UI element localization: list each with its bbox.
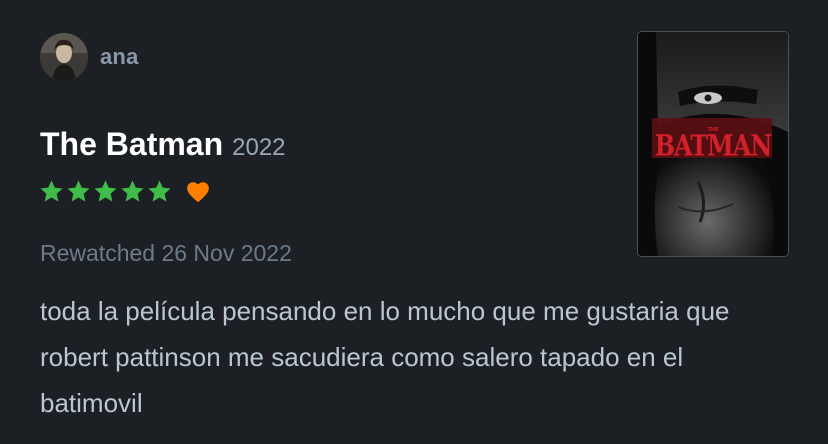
poster-title: BATMAN <box>654 128 773 163</box>
rating-row <box>38 178 211 205</box>
star-icon <box>94 180 117 202</box>
star-icon <box>67 180 90 202</box>
film-year[interactable]: 2022 <box>232 134 285 162</box>
user-profile-link[interactable]: ana <box>40 33 139 81</box>
watched-date: Rewatched 26 Nov 2022 <box>40 240 292 266</box>
star-rating <box>38 178 173 205</box>
star-icon <box>148 180 171 202</box>
star-icon <box>121 180 144 202</box>
star-icon <box>40 180 63 202</box>
review-card: ana The Batman 2022 Rewatched 26 Nov 202… <box>0 0 828 444</box>
heart-icon <box>187 181 209 202</box>
film-heading: The Batman 2022 <box>40 126 286 163</box>
film-poster[interactable]: THE BATMAN <box>638 32 788 256</box>
film-title[interactable]: The Batman <box>40 126 223 163</box>
avatar[interactable] <box>40 33 88 81</box>
username[interactable]: ana <box>100 44 139 70</box>
review-text: toda la película pensando en lo mucho qu… <box>40 296 730 418</box>
